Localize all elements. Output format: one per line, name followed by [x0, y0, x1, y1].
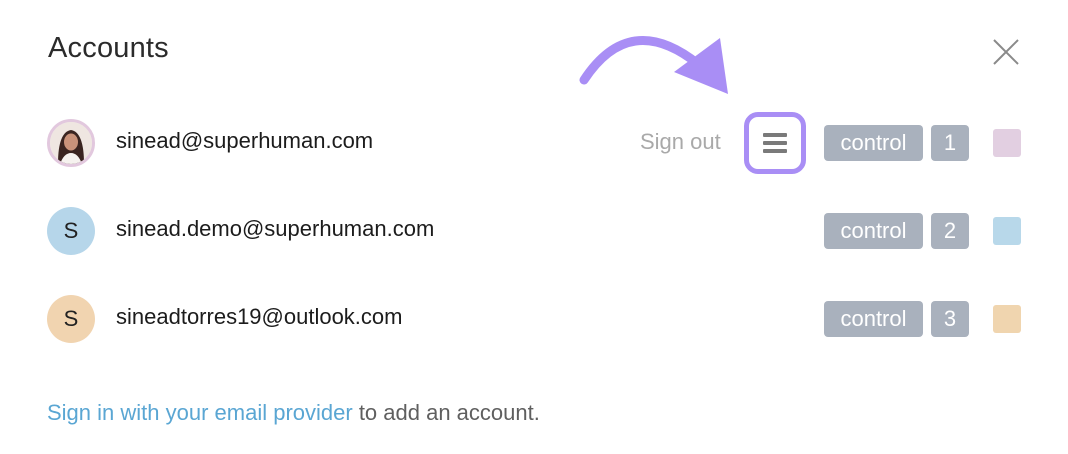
- account-color-swatch[interactable]: [993, 217, 1021, 245]
- add-account-hint-text: to add an account.: [352, 400, 540, 425]
- close-icon[interactable]: [990, 36, 1022, 68]
- shortcut-number-badge: 2: [931, 213, 969, 249]
- sign-in-provider-link[interactable]: Sign in with your email provider: [47, 400, 353, 425]
- hamburger-menu-icon: [763, 133, 787, 153]
- page-title: Accounts: [48, 32, 169, 64]
- add-account-hint: Sign in with your email provider to add …: [47, 400, 540, 426]
- group-badge: control: [824, 213, 923, 249]
- group-badge: control: [824, 301, 923, 337]
- account-email: sinead@superhuman.com: [116, 128, 374, 153]
- account-row[interactable]: sinead@superhuman.com Sign out control 1: [0, 112, 1068, 174]
- shortcut-number-badge: 1: [931, 125, 969, 161]
- shortcut-number-badge: 3: [931, 301, 969, 337]
- curved-arrow-icon: [579, 36, 728, 94]
- account-email: sineadtorres19@outlook.com: [116, 304, 403, 329]
- account-color-swatch[interactable]: [993, 129, 1021, 157]
- account-row[interactable]: S sinead.demo@superhuman.com control 2: [0, 201, 1068, 261]
- group-badge: control: [824, 125, 923, 161]
- account-email: sinead.demo@superhuman.com: [116, 216, 435, 241]
- avatar: S: [47, 295, 95, 343]
- account-menu-button[interactable]: [744, 112, 806, 174]
- user-photo-icon: [50, 122, 92, 164]
- avatar: [47, 119, 95, 167]
- sign-out-link[interactable]: Sign out: [640, 129, 721, 155]
- avatar: S: [47, 207, 95, 255]
- account-color-swatch[interactable]: [993, 305, 1021, 333]
- account-row[interactable]: S sineadtorres19@outlook.com control 3: [0, 289, 1068, 349]
